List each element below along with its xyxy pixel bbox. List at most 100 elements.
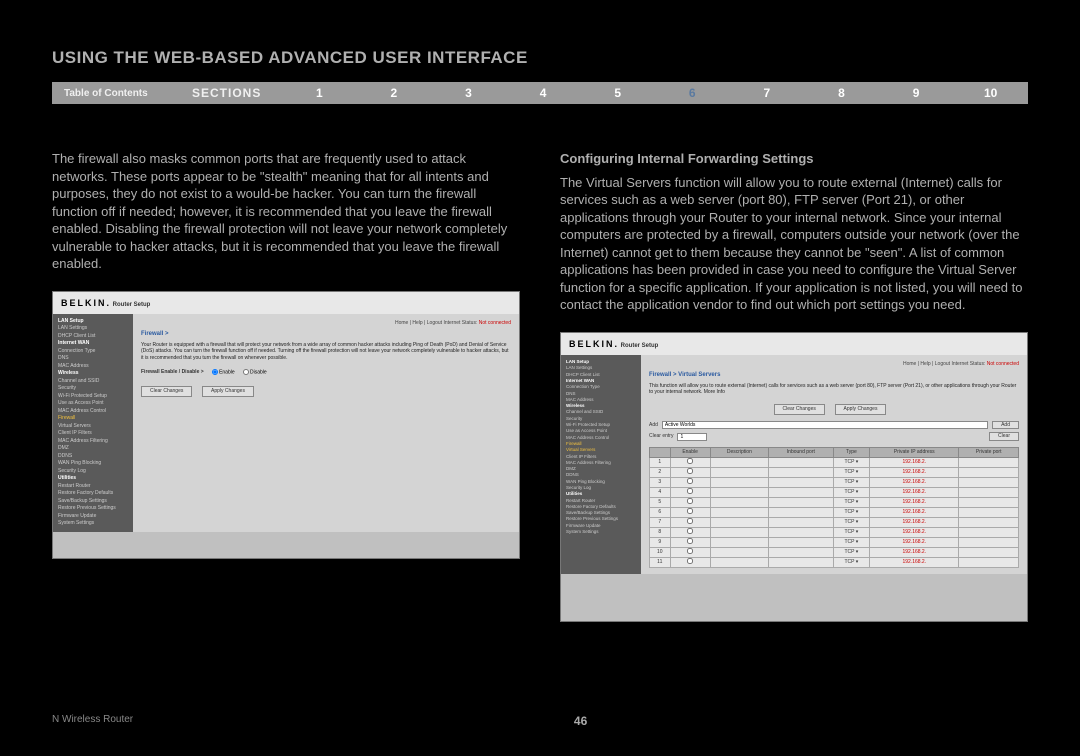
firewall-enable-label: Firewall Enable / Disable >	[141, 369, 204, 376]
enable-checkbox[interactable]	[687, 468, 693, 474]
enable-checkbox[interactable]	[687, 548, 693, 554]
router-setup-label: Router Setup	[113, 302, 151, 308]
enable-checkbox[interactable]	[687, 498, 693, 504]
nav-10[interactable]: 10	[953, 86, 1028, 100]
side-item: Virtual Servers	[58, 423, 128, 431]
side-wireless: Wireless	[58, 370, 128, 378]
clear-entry-label: Clear entry	[649, 433, 673, 440]
apply-changes-button[interactable]: Apply Changes	[202, 386, 254, 397]
belkin-logo: BELKIN.	[61, 298, 111, 308]
side-item: Firmware Update	[58, 513, 128, 521]
table-header: Enable	[670, 448, 710, 458]
ss1-top-links: Home | Help | Logout Internet Status: No…	[141, 320, 511, 327]
enable-checkbox[interactable]	[687, 528, 693, 534]
side-item: DHCP Client List	[58, 333, 128, 341]
side-item: Security	[58, 385, 128, 393]
side-firewall: Firewall	[58, 415, 128, 423]
side-item: DDNS	[58, 453, 128, 461]
clear-changes-button[interactable]: Clear Changes	[141, 386, 192, 397]
side-item: MAC Address Filtering	[58, 438, 128, 446]
add-label: Add	[649, 422, 658, 429]
side-item: Restore Previous Settings	[58, 505, 128, 513]
side-item: System Settings	[58, 520, 128, 528]
side-item: Connection Type	[58, 348, 128, 356]
ss1-crumb: Firewall >	[141, 330, 511, 338]
table-header: Type	[833, 448, 870, 458]
side-item: LAN Settings	[58, 325, 128, 333]
ss2-top-links: Home | Help | Logout Internet Status: No…	[649, 361, 1019, 368]
table-row: 11TCP ▾192.168.2.	[650, 557, 1019, 567]
nav-bar: Table of Contents SECTIONS 1 2 3 4 5 6 7…	[52, 82, 1028, 104]
table-row: 3TCP ▾192.168.2.	[650, 477, 1019, 487]
table-header: Private IP address	[870, 448, 959, 458]
page-title: USING THE WEB-BASED ADVANCED USER INTERF…	[52, 48, 528, 68]
radio-disable[interactable]: Disable	[243, 369, 267, 376]
side-utilities: Utilities	[58, 475, 128, 483]
table-row: 5TCP ▾192.168.2.	[650, 497, 1019, 507]
table-row: 9TCP ▾192.168.2.	[650, 537, 1019, 547]
table-header	[650, 448, 671, 458]
side-item: Use as Access Point	[58, 400, 128, 408]
side-item: Channel and SSID	[58, 378, 128, 386]
nav-4[interactable]: 4	[506, 86, 581, 100]
page-number: 46	[574, 714, 587, 728]
config-heading: Configuring Internal Forwarding Settings	[560, 150, 1028, 168]
nav-7[interactable]: 7	[730, 86, 805, 100]
footer: N Wireless Router 46	[52, 714, 1028, 728]
nav-3[interactable]: 3	[431, 86, 506, 100]
table-header: Inbound port	[769, 448, 833, 458]
nav-6[interactable]: 6	[655, 86, 730, 100]
table-row: 7TCP ▾192.168.2.	[650, 517, 1019, 527]
side-lan-setup: LAN Setup	[58, 318, 128, 326]
enable-checkbox[interactable]	[687, 488, 693, 494]
table-row: 10TCP ▾192.168.2.	[650, 547, 1019, 557]
radio-enable[interactable]: Enable	[212, 369, 235, 376]
table-row: 2TCP ▾192.168.2.	[650, 467, 1019, 477]
screenshot-firewall: BELKIN. Router Setup LAN Setup LAN Setti…	[52, 291, 520, 559]
ss2-crumb: Firewall > Virtual Servers	[649, 371, 1019, 379]
nav-2[interactable]: 2	[357, 86, 432, 100]
nav-toc[interactable]: Table of Contents	[52, 88, 192, 99]
side-item: System Settings	[566, 529, 636, 535]
footer-model: N Wireless Router	[52, 714, 133, 728]
side-item: Restart Router	[58, 483, 128, 491]
enable-checkbox[interactable]	[687, 518, 693, 524]
belkin-logo: BELKIN.	[569, 339, 619, 349]
clear-button[interactable]: Clear	[989, 432, 1019, 441]
nav-5[interactable]: 5	[580, 86, 655, 100]
ss1-desc: Your Router is equipped with a firewall …	[141, 342, 511, 362]
side-item: Security Log	[58, 468, 128, 476]
table-row: 8TCP ▾192.168.2.	[650, 527, 1019, 537]
side-internet-wan: Internet WAN	[58, 340, 128, 348]
side-item: Wi-Fi Protected Setup	[58, 393, 128, 401]
enable-checkbox[interactable]	[687, 458, 693, 464]
enable-checkbox[interactable]	[687, 558, 693, 564]
nav-9[interactable]: 9	[879, 86, 954, 100]
apply-changes-button[interactable]: Apply Changes	[835, 404, 887, 415]
enable-checkbox[interactable]	[687, 508, 693, 514]
enable-checkbox[interactable]	[687, 478, 693, 484]
side-item: WAN Ping Blocking	[58, 460, 128, 468]
right-column: Configuring Internal Forwarding Settings…	[560, 150, 1028, 622]
side-item: MAC Address Control	[58, 408, 128, 416]
ss1-sidebar: LAN Setup LAN Settings DHCP Client List …	[53, 314, 133, 532]
clear-entry-select[interactable]	[677, 433, 707, 441]
side-item: Client IP Filters	[58, 430, 128, 438]
virtual-servers-table: EnableDescriptionInbound portTypePrivate…	[649, 447, 1019, 568]
ss1-main: Home | Help | Logout Internet Status: No…	[133, 314, 519, 532]
ss2-main: Home | Help | Logout Internet Status: No…	[641, 355, 1027, 574]
firewall-paragraph: The firewall also masks common ports tha…	[52, 150, 520, 273]
nav-8[interactable]: 8	[804, 86, 879, 100]
virtual-servers-paragraph: The Virtual Servers function will allow …	[560, 174, 1028, 314]
content: The firewall also masks common ports tha…	[52, 150, 1028, 622]
ss2-sidebar: LAN Setup LAN Settings DHCP Client List …	[561, 355, 641, 574]
clear-changes-button[interactable]: Clear Changes	[774, 404, 825, 415]
add-select[interactable]	[662, 421, 988, 429]
nav-1[interactable]: 1	[282, 86, 357, 100]
side-item: DNS	[58, 355, 128, 363]
add-button[interactable]: Add	[992, 421, 1019, 430]
side-item: Restore Factory Defaults	[58, 490, 128, 498]
side-item: DMZ	[58, 445, 128, 453]
router-setup-label: Router Setup	[621, 343, 659, 349]
enable-checkbox[interactable]	[687, 538, 693, 544]
